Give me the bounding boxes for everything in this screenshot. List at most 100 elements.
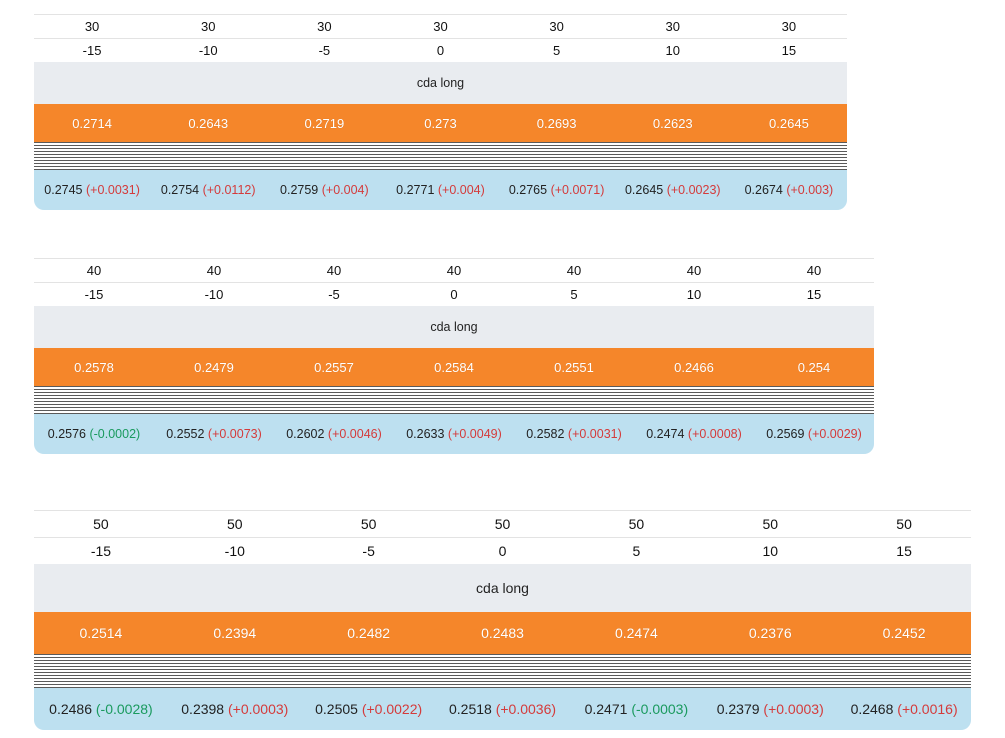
speed-cell: 40 xyxy=(566,263,582,278)
baseline-cell: 0.2514 xyxy=(79,625,123,641)
baseline-cell: 0.2623 xyxy=(652,115,693,131)
speed-cell: 50 xyxy=(227,516,243,532)
angle-cell: 10 xyxy=(762,543,779,559)
speed-cell: 30 xyxy=(665,19,680,34)
baseline-cell: 0.2584 xyxy=(434,359,474,375)
baseline-cell: 0.2482 xyxy=(347,625,391,641)
delta-value: (+0.0073) xyxy=(207,427,262,441)
comparison-value: 0.2486 xyxy=(49,701,92,717)
angle-cell: 10 xyxy=(665,43,680,58)
comparison-cell: 0.2759 (+0.004) xyxy=(266,170,382,210)
delta-value: (+0.0112) xyxy=(202,183,256,197)
angle-cell: 5 xyxy=(553,43,561,58)
comparison-value: 0.2759 xyxy=(280,183,319,197)
delta-value: (+0.0049) xyxy=(447,427,502,441)
delta-value: (+0.0046) xyxy=(327,427,382,441)
comparison-cell: 0.2379 (+0.0003) xyxy=(703,688,837,730)
baseline-row: 0.2714 0.2643 0.2719 0.273 0.2693 0.2623… xyxy=(34,104,847,142)
comparison-cell: 0.2674 (+0.003) xyxy=(731,170,847,210)
comparison-value: 0.2633 xyxy=(406,427,445,441)
comparison-cell: 0.2602 (+0.0046) xyxy=(274,414,394,454)
results-table-speed-40: 40 40 40 40 40 40 40 -15 -10 -5 0 5 10 1… xyxy=(34,258,874,454)
comparison-value: 0.2645 xyxy=(624,183,664,197)
delta-value: (+0.003) xyxy=(786,183,834,197)
comparison-cell: 0.2771 (+0.004) xyxy=(382,170,498,210)
comparison-value: 0.2518 xyxy=(448,701,492,717)
speed-row: 30 30 30 30 30 30 30 xyxy=(34,14,847,38)
speed-cell: 50 xyxy=(494,516,511,532)
angle-cell: -5 xyxy=(318,43,331,58)
baseline-cell: 0.2474 xyxy=(614,625,658,641)
metric-label: cda long xyxy=(34,62,847,104)
baseline-cell: 0.2483 xyxy=(481,625,524,641)
angle-cell: 0 xyxy=(498,543,507,559)
angle-cell: 10 xyxy=(686,287,702,302)
comparison-cell: 0.2754 (+0.0112) xyxy=(150,170,266,210)
angle-cell: 0 xyxy=(436,43,445,58)
comparison-row: 0.2486 (-0.0028) 0.2398 (+0.0003) 0.2505… xyxy=(34,688,971,730)
speed-cell: 40 xyxy=(806,263,822,278)
delta-value: (+0.0031) xyxy=(86,183,140,197)
delta-value: (+0.0036) xyxy=(495,701,557,717)
baseline-cell: 0.2645 xyxy=(769,115,809,131)
angle-cell: -5 xyxy=(328,287,340,302)
comparison-cell: 0.2518 (+0.0036) xyxy=(436,688,570,730)
baseline-cell: 0.2376 xyxy=(748,625,792,641)
speed-cell: 30 xyxy=(433,19,448,34)
comparison-value: 0.2471 xyxy=(584,701,628,717)
comparison-value: 0.2474 xyxy=(646,427,685,441)
comparison-cell: 0.2576 (-0.0002) xyxy=(34,414,154,454)
angle-cell: -10 xyxy=(204,287,224,302)
delta-value: (+0.0023) xyxy=(666,183,721,197)
row-divider xyxy=(34,142,847,170)
comparison-value: 0.2745 xyxy=(44,183,83,197)
baseline-cell: 0.2479 xyxy=(194,359,234,375)
delta-value: (+0.0016) xyxy=(897,701,958,717)
baseline-cell: 0.2719 xyxy=(304,115,345,131)
comparison-value: 0.2602 xyxy=(286,427,325,441)
comparison-cell: 0.2569 (+0.0029) xyxy=(754,414,874,454)
angle-cell: -10 xyxy=(198,43,218,58)
baseline-cell: 0.2452 xyxy=(882,625,926,641)
comparison-cell: 0.2645 (+0.0023) xyxy=(615,170,731,210)
comparison-value: 0.2468 xyxy=(850,701,894,717)
baseline-row: 0.2514 0.2394 0.2482 0.2483 0.2474 0.237… xyxy=(34,612,971,654)
baseline-cell: 0.2466 xyxy=(674,359,714,375)
speed-cell: 30 xyxy=(549,19,564,34)
speed-row: 50 50 50 50 50 50 50 xyxy=(34,510,971,537)
comparison-value: 0.2552 xyxy=(166,427,205,441)
angle-cell: -10 xyxy=(224,543,245,559)
comparison-value: 0.2771 xyxy=(396,183,435,197)
comparison-value: 0.2379 xyxy=(716,701,760,717)
speed-cell: 30 xyxy=(84,19,100,34)
comparison-cell: 0.2398 (+0.0003) xyxy=(168,688,302,730)
speed-cell: 40 xyxy=(686,263,702,278)
comparison-row: 0.2745 (+0.0031) 0.2754 (+0.0112) 0.2759… xyxy=(34,170,847,210)
delta-value: (+0.0029) xyxy=(807,427,862,441)
speed-cell: 40 xyxy=(326,263,342,278)
delta-value: (+0.0022) xyxy=(361,701,423,717)
angle-cell: 5 xyxy=(632,543,641,559)
results-table-speed-50: 50 50 50 50 50 50 50 -15 -10 -5 0 5 10 1… xyxy=(34,510,971,730)
comparison-value: 0.2754 xyxy=(160,183,200,197)
comparison-cell: 0.2471 (-0.0003) xyxy=(569,688,703,730)
baseline-cell: 0.2551 xyxy=(554,359,594,375)
angle-cell: 5 xyxy=(570,287,578,302)
comparison-value: 0.2576 xyxy=(47,427,86,441)
comparison-value: 0.2582 xyxy=(526,427,565,441)
speed-row: 40 40 40 40 40 40 40 xyxy=(34,258,874,282)
speed-cell: 50 xyxy=(628,516,645,532)
baseline-cell: 0.2557 xyxy=(314,359,354,375)
delta-value: (+0.0071) xyxy=(550,183,605,197)
comparison-cell: 0.2505 (+0.0022) xyxy=(302,688,436,730)
metric-label: cda long xyxy=(34,306,874,348)
row-divider xyxy=(34,386,874,414)
angle-cell: -15 xyxy=(90,543,112,559)
baseline-cell: 0.2643 xyxy=(188,115,229,131)
delta-value: (+0.004) xyxy=(321,183,369,197)
speed-cell: 40 xyxy=(86,263,102,278)
delta-value: (+0.004) xyxy=(437,183,485,197)
angle-row: -15 -10 -5 0 5 10 15 xyxy=(34,537,971,564)
speed-cell: 30 xyxy=(200,19,216,34)
angle-row: -15 -10 -5 0 5 10 15 xyxy=(34,38,847,62)
